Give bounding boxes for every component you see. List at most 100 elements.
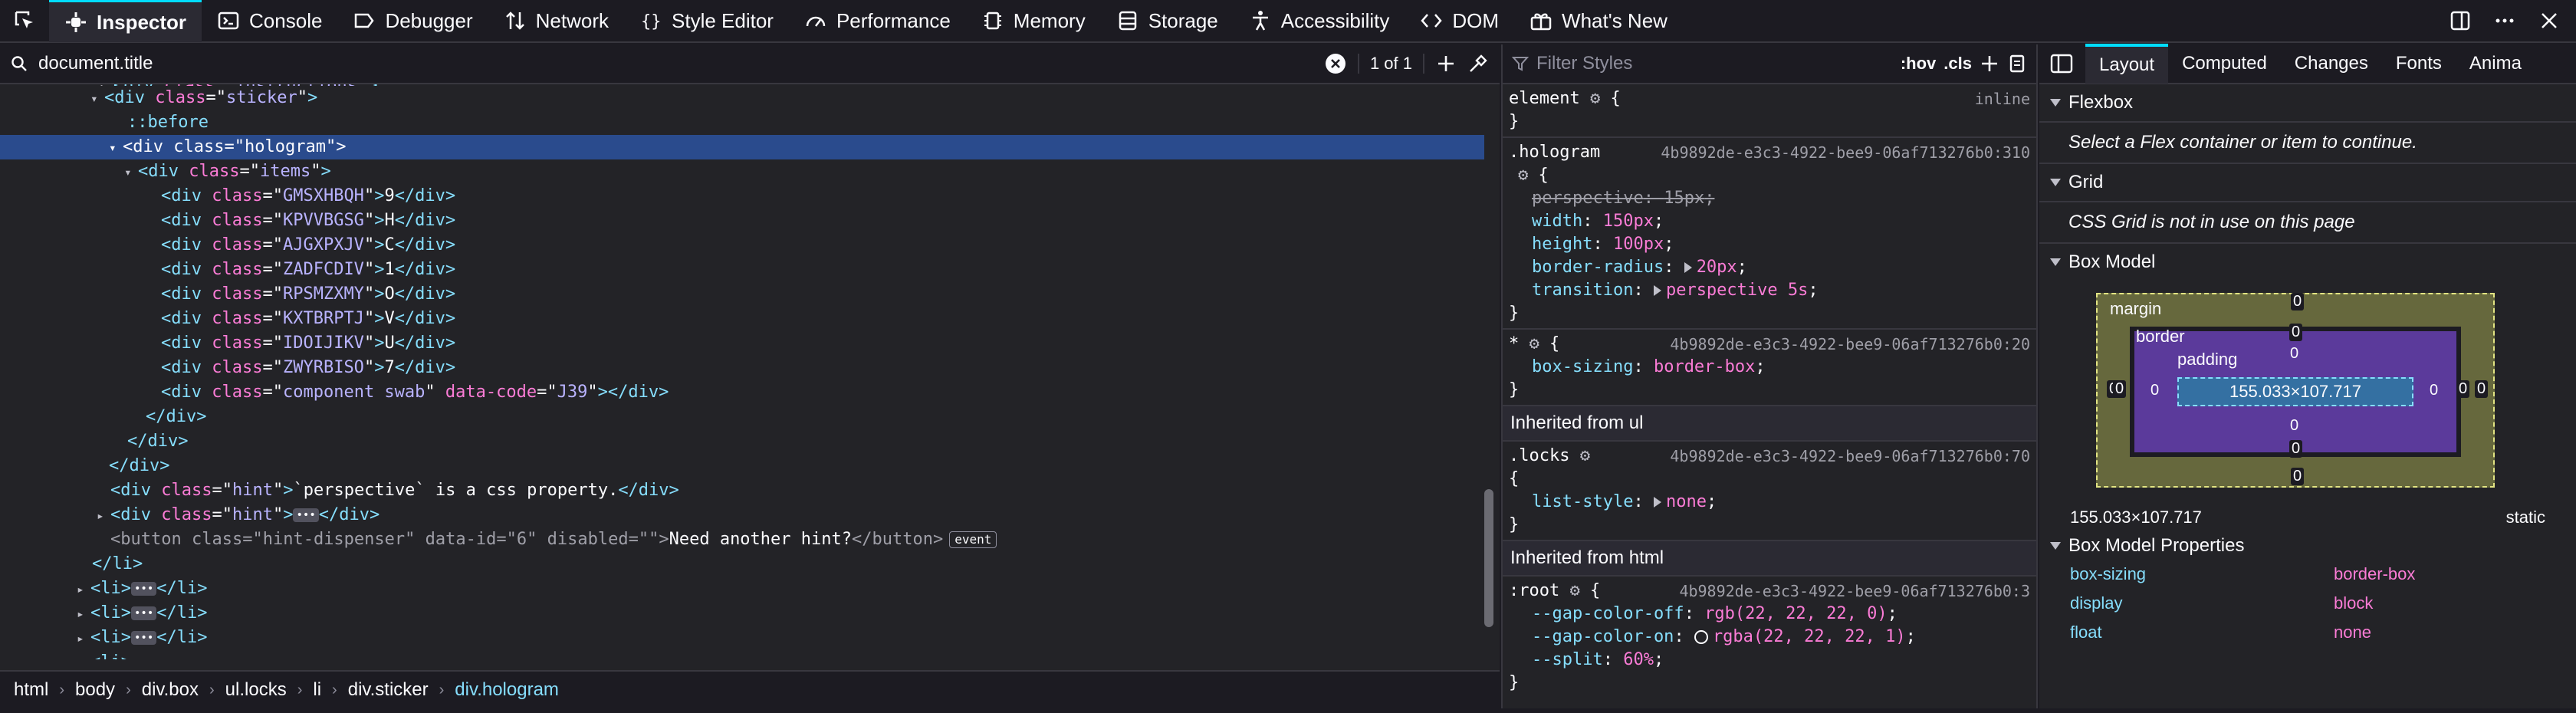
rule-source[interactable]: inline bbox=[1975, 87, 2030, 110]
markup-line-li[interactable]: ▸ <li> ••• </li> bbox=[0, 601, 1484, 626]
declaration[interactable]: box-sizing: border-box; bbox=[1509, 356, 2030, 379]
padding-left-value[interactable]: 0 bbox=[2148, 382, 2161, 399]
add-rule-icon[interactable] bbox=[1980, 54, 1999, 74]
expand-toggle[interactable]: ▾ bbox=[109, 136, 123, 160]
boxmodel-prop-row[interactable]: float none bbox=[2039, 618, 2576, 647]
declaration[interactable]: transition: perspective 5s; bbox=[1509, 279, 2030, 302]
expand-shorthand-icon[interactable] bbox=[1653, 285, 1661, 296]
markup-line-item[interactable]: <div class="KPVVBGSG">H</div> bbox=[0, 209, 1484, 233]
tab-debugger[interactable]: Debugger bbox=[337, 0, 488, 42]
markup-line-close[interactable]: </li> bbox=[0, 552, 1484, 577]
expand-toggle[interactable]: ▸ bbox=[77, 651, 90, 659]
tab-whats-new[interactable]: What's New bbox=[1514, 0, 1683, 42]
element-picker-button[interactable] bbox=[0, 0, 49, 42]
gear-icon[interactable]: ⚙ bbox=[1590, 89, 1600, 108]
tab-performance[interactable]: Performance bbox=[789, 0, 966, 42]
padding-top-value[interactable]: 0 bbox=[2288, 345, 2301, 363]
color-swatch[interactable] bbox=[1694, 630, 1708, 644]
markup-line-item[interactable]: <div class="ZADFCDIV">1</div> bbox=[0, 258, 1484, 282]
gear-icon[interactable]: ⚙ bbox=[1530, 334, 1539, 353]
margin-right-value[interactable]: 0 bbox=[2475, 380, 2489, 398]
hover-states-toggle[interactable]: :hov bbox=[1901, 54, 1936, 74]
markup-line-before[interactable]: ::before bbox=[0, 110, 1484, 135]
markup-line-li[interactable]: ▸<li> bbox=[0, 650, 1484, 659]
box-model-content[interactable]: 155.033×107.717 bbox=[2177, 377, 2413, 406]
event-badge[interactable]: event bbox=[949, 531, 997, 548]
breadcrumb-item[interactable]: div.sticker bbox=[348, 679, 429, 701]
markup-line-hint[interactable]: <div class="hint">`perspective` is a css… bbox=[0, 478, 1484, 503]
expand-shorthand-icon[interactable] bbox=[1684, 262, 1692, 273]
collapsed-content-badge[interactable]: ••• bbox=[131, 582, 157, 596]
padding-bottom-value[interactable]: 0 bbox=[2288, 417, 2301, 435]
box-model-padding[interactable]: padding 0 0 0 0 155.033×107.717 bbox=[2134, 331, 2456, 452]
markup-tree[interactable]: ▸<div class="instructions"> ▾<div class=… bbox=[0, 84, 1484, 713]
collapsed-content-badge[interactable]: ••• bbox=[293, 508, 319, 522]
margin-top-value[interactable]: 0 bbox=[2291, 293, 2305, 310]
markup-line-item[interactable]: <div class="RPSMZXMY">O</div> bbox=[0, 282, 1484, 307]
expand-toggle[interactable]: ▸ bbox=[97, 504, 110, 528]
expand-toggle[interactable]: ▸ bbox=[77, 626, 90, 651]
markup-line-item[interactable]: <div class="IDOIJIKV">U</div> bbox=[0, 331, 1484, 356]
declaration[interactable]: --gap-color-off: rgb(22, 22, 22, 0); bbox=[1509, 603, 2030, 626]
markup-line-li[interactable]: ▸ <li> ••• </li> bbox=[0, 577, 1484, 601]
filter-styles-input[interactable]: Filter Styles bbox=[1536, 53, 1893, 74]
dock-icon[interactable] bbox=[2449, 9, 2472, 32]
expand-toggle[interactable]: ▾ bbox=[124, 160, 138, 185]
declaration[interactable]: height: 100px; bbox=[1509, 233, 2030, 256]
markup-line-swab[interactable]: <div class="component swab" data-code="J… bbox=[0, 380, 1484, 405]
markup-scrollbar[interactable] bbox=[1484, 489, 1493, 627]
rule-universal[interactable]: * ⚙ {4b9892de-e3c3-4922-bee9-06af713276b… bbox=[1503, 330, 2036, 406]
markup-line-hologram[interactable]: ▾ <div class="hologram"> bbox=[0, 135, 1484, 159]
gear-icon[interactable]: ⚙ bbox=[1569, 581, 1579, 600]
markup-line-button[interactable]: <button class="hint-dispenser" data-id="… bbox=[0, 527, 1484, 552]
box-model-margin[interactable]: margin 0 0 0 0 border 0 0 0 0 padding 0 … bbox=[2096, 293, 2495, 488]
markup-line-close[interactable]: </div> bbox=[0, 454, 1484, 478]
declaration[interactable]: perspective: 15px; bbox=[1509, 187, 2030, 210]
add-node-icon[interactable] bbox=[1435, 53, 1457, 74]
declaration[interactable]: --split: 60%; bbox=[1509, 649, 2030, 672]
rule-hologram[interactable]: .hologram 4b9892de-e3c3-4922-bee9-06af713… bbox=[1503, 138, 2036, 330]
clear-search-icon[interactable] bbox=[1324, 52, 1347, 75]
markup-line-li[interactable]: ▸ <li> ••• </li> bbox=[0, 626, 1484, 650]
breadcrumb-item[interactable]: li bbox=[313, 679, 321, 701]
border-right-value[interactable]: 0 bbox=[2456, 380, 2470, 398]
declaration[interactable]: --gap-color-on: rgba(22, 22, 22, 1); bbox=[1509, 626, 2030, 649]
margin-bottom-value[interactable]: 0 bbox=[2291, 468, 2305, 485]
toggle-pane-icon[interactable] bbox=[2042, 52, 2085, 75]
collapsed-content-badge[interactable]: ••• bbox=[131, 606, 157, 620]
box-model-border[interactable]: border 0 0 0 0 padding 0 0 0 0 155.033×1… bbox=[2113, 324, 2470, 458]
breadcrumb-item-current[interactable]: div.hologram bbox=[455, 679, 559, 701]
rule-source[interactable]: 4b9892de-e3c3-4922-bee9-06af713276b0:70 bbox=[1670, 445, 2030, 468]
tab-memory[interactable]: Memory bbox=[966, 0, 1101, 42]
breadcrumb-item[interactable]: html bbox=[14, 679, 48, 701]
markup-line-item[interactable]: <div class="GMSXHBQH">9</div> bbox=[0, 184, 1484, 209]
breadcrumb-item[interactable]: ul.locks bbox=[225, 679, 287, 701]
markup-line-hint-collapsed[interactable]: ▸ <div class="hint"> ••• </div> bbox=[0, 503, 1484, 527]
breadcrumb-item[interactable]: body bbox=[75, 679, 115, 701]
border-left-value[interactable]: 0 bbox=[2113, 380, 2127, 398]
tab-layout[interactable]: Layout bbox=[2085, 44, 2169, 84]
tab-animations[interactable]: Anima bbox=[2456, 44, 2535, 84]
tab-inspector[interactable]: Inspector bbox=[49, 0, 202, 42]
border-top-value[interactable]: 0 bbox=[2289, 324, 2303, 341]
tab-changes[interactable]: Changes bbox=[2281, 44, 2382, 84]
border-bottom-value[interactable]: 0 bbox=[2289, 440, 2303, 458]
markup-line-items[interactable]: ▾ <div class="items"> bbox=[0, 159, 1484, 184]
collapsed-content-badge[interactable]: ••• bbox=[131, 631, 157, 645]
markup-line-item[interactable]: <div class="ZWYRBISO">7</div> bbox=[0, 356, 1484, 380]
rule-source[interactable]: 4b9892de-e3c3-4922-bee9-06af713276b0:20 bbox=[1670, 333, 2030, 356]
gear-icon[interactable]: ⚙ bbox=[1580, 446, 1590, 465]
expand-shorthand-icon[interactable] bbox=[1653, 497, 1661, 508]
tab-accessibility[interactable]: Accessibility bbox=[1234, 0, 1405, 42]
tab-dom[interactable]: DOM bbox=[1405, 0, 1514, 42]
markup-line-close[interactable]: </div> bbox=[0, 429, 1484, 454]
markup-line-item[interactable]: <div class="AJGXPXJV">C</div> bbox=[0, 233, 1484, 258]
tab-fonts[interactable]: Fonts bbox=[2382, 44, 2456, 84]
tab-storage[interactable]: Storage bbox=[1101, 0, 1234, 42]
boxmodel-prop-row[interactable]: display block bbox=[2039, 589, 2576, 618]
boxmodel-props-header[interactable]: Box Model Properties bbox=[2039, 532, 2576, 560]
expand-toggle[interactable]: ▸ bbox=[77, 602, 90, 626]
rule-root[interactable]: :root ⚙ {4b9892de-e3c3-4922-bee9-06af713… bbox=[1503, 577, 2036, 698]
markup-search-input[interactable]: document.title bbox=[38, 53, 1313, 74]
breadcrumb-item[interactable]: div.box bbox=[142, 679, 199, 701]
